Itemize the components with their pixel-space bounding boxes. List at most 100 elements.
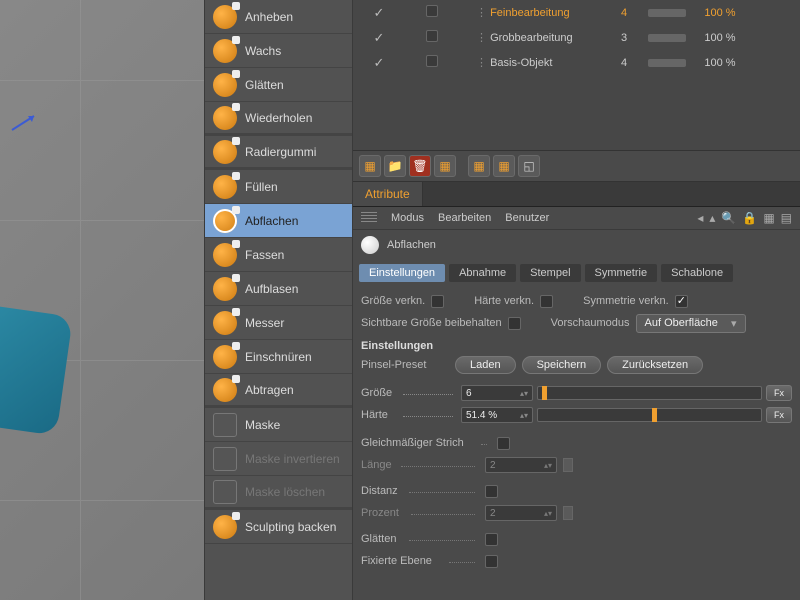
preset-load-button[interactable]: Laden <box>455 356 516 374</box>
layer-solo-check[interactable] <box>399 5 464 20</box>
layer-row[interactable]: ✓Feinbearbeitung4100 % <box>353 0 800 25</box>
check-fixebene[interactable] <box>485 555 498 568</box>
lock-icon[interactable]: 🔒 <box>742 211 757 225</box>
layer-visible-check[interactable]: ✓ <box>359 5 399 21</box>
layer-visible-check[interactable]: ✓ <box>359 30 399 46</box>
tool-icon <box>213 345 237 369</box>
tool-label: Abflachen <box>245 214 298 228</box>
menu-icon[interactable]: ▤ <box>781 211 792 225</box>
tool-aufblasen[interactable]: Aufblasen <box>205 272 352 306</box>
tool-anheben[interactable]: Anheben <box>205 0 352 34</box>
tool-label: Maske <box>245 418 280 432</box>
fx-groesse-button[interactable]: Fx <box>766 385 792 401</box>
layer-strength-bar[interactable] <box>644 59 690 67</box>
layer-action-a-button[interactable]: ▦ <box>434 155 456 177</box>
menu-benutzer[interactable]: Benutzer <box>505 212 549 224</box>
tool-fassen[interactable]: Fassen <box>205 238 352 272</box>
layer-action-d-button[interactable]: ◱ <box>518 155 540 177</box>
dropdown-vorschau[interactable]: Auf Oberfläche <box>636 314 746 333</box>
tool-füllen[interactable]: Füllen <box>205 170 352 204</box>
label-fixebene: Fixierte Ebene <box>361 555 479 567</box>
layer-visible-check[interactable]: ✓ <box>359 55 399 71</box>
label-distanz: Distanz <box>361 485 479 497</box>
layer-action-b-button[interactable]: ▦ <box>468 155 490 177</box>
search-icon[interactable]: 🔍 <box>721 211 736 225</box>
viewport-3d[interactable] <box>0 0 204 600</box>
layer-strength-bar[interactable] <box>644 9 690 17</box>
check-symmetrie-verkn[interactable] <box>675 295 688 308</box>
preset-reset-button[interactable]: Zurücksetzen <box>607 356 703 374</box>
input-haerte[interactable]: 51.4 %▴▾ <box>461 407 533 423</box>
slider-haerte[interactable] <box>537 408 762 422</box>
prop-tab-einstellungen[interactable]: Einstellungen <box>359 264 445 282</box>
tool-icon <box>213 106 237 130</box>
check-groesse-verkn[interactable] <box>431 295 444 308</box>
tool-icon <box>213 311 237 335</box>
tool-icon <box>213 243 237 267</box>
prop-tab-symmetrie[interactable]: Symmetrie <box>585 264 658 282</box>
tool-icon <box>213 175 237 199</box>
attribute-manager: ✓Feinbearbeitung4100 %✓Grobbearbeitung31… <box>353 0 800 600</box>
tool-sculpting-backen[interactable]: Sculpting backen <box>205 510 352 544</box>
check-haerte-verkn[interactable] <box>540 295 553 308</box>
tool-radiergummi[interactable]: Radiergummi <box>205 136 352 170</box>
prop-tab-abnahme[interactable]: Abnahme <box>449 264 516 282</box>
tool-messer[interactable]: Messer <box>205 306 352 340</box>
tool-icon <box>213 209 237 233</box>
check-sichtbare[interactable] <box>508 317 521 330</box>
layer-solo-check[interactable] <box>399 55 464 70</box>
menu-bearbeiten[interactable]: Bearbeiten <box>438 212 491 224</box>
grid-icon[interactable]: ▦ <box>763 211 774 225</box>
input-groesse[interactable]: 6▴▾ <box>461 385 533 401</box>
tool-wiederholen[interactable]: Wiederholen <box>205 102 352 136</box>
preset-save-button[interactable]: Speichern <box>522 356 602 374</box>
add-layer-button[interactable]: ▦ <box>359 155 381 177</box>
layer-strength-value: 100 % <box>690 57 750 69</box>
tool-maske[interactable]: Maske <box>205 408 352 442</box>
tool-label: Messer <box>245 316 284 330</box>
layer-action-c-button[interactable]: ▦ <box>493 155 515 177</box>
slider-laenge[interactable] <box>563 458 573 472</box>
layer-row[interactable]: ✓Grobbearbeitung3100 % <box>353 25 800 50</box>
slider-groesse[interactable] <box>537 386 762 400</box>
layer-strength-bar[interactable] <box>644 34 690 42</box>
tool-abtragen[interactable]: Abtragen <box>205 374 352 408</box>
prop-tab-schablone[interactable]: Schablone <box>661 264 733 282</box>
tab-attribute[interactable]: Attribute <box>353 182 423 206</box>
tool-abflachen[interactable]: Abflachen <box>205 204 352 238</box>
tool-label: Wachs <box>245 44 281 58</box>
nav-back-icon[interactable]: ◂ <box>697 211 703 225</box>
layer-row[interactable]: ✓Basis-Objekt4100 % <box>353 50 800 75</box>
fx-haerte-button[interactable]: Fx <box>766 407 792 423</box>
input-prozent[interactable]: 2▴▾ <box>485 505 557 521</box>
tool-wachs[interactable]: Wachs <box>205 34 352 68</box>
tool-label: Sculpting backen <box>245 520 336 534</box>
tool-einschnüren[interactable]: Einschnüren <box>205 340 352 374</box>
property-area: Größe verkn. Härte verkn. Symmetrie verk… <box>353 286 800 580</box>
add-folder-button[interactable]: 📁 <box>384 155 406 177</box>
input-laenge[interactable]: 2▴▾ <box>485 457 557 473</box>
prop-tab-stempel[interactable]: Stempel <box>520 264 580 282</box>
tool-title-icon <box>361 236 379 254</box>
nav-up-icon[interactable]: ▴ <box>709 211 715 225</box>
delete-layer-button[interactable]: 🗑 <box>409 155 431 177</box>
tool-title-row: Abflachen <box>353 230 800 260</box>
tool-label: Anheben <box>245 10 293 24</box>
tool-icon <box>213 39 237 63</box>
tool-label: Füllen <box>245 180 278 194</box>
menu-modus[interactable]: Modus <box>391 212 424 224</box>
tool-glätten[interactable]: Glätten <box>205 68 352 102</box>
mesh-object[interactable] <box>0 304 73 435</box>
property-tabs: EinstellungenAbnahmeStempel SymmetrieScha… <box>353 260 800 286</box>
label-prozent: Prozent <box>361 507 479 519</box>
label-vorschau: Vorschaumodus <box>551 317 630 329</box>
tool-label: Aufblasen <box>245 282 298 296</box>
tool-label: Radiergummi <box>245 145 316 159</box>
slider-prozent[interactable] <box>563 506 573 520</box>
check-gleichm[interactable] <box>497 437 510 450</box>
check-distanz[interactable] <box>485 485 498 498</box>
tool-icon <box>213 413 237 437</box>
label-laenge: Länge <box>361 459 479 471</box>
layer-solo-check[interactable] <box>399 30 464 45</box>
check-glaetten[interactable] <box>485 533 498 546</box>
